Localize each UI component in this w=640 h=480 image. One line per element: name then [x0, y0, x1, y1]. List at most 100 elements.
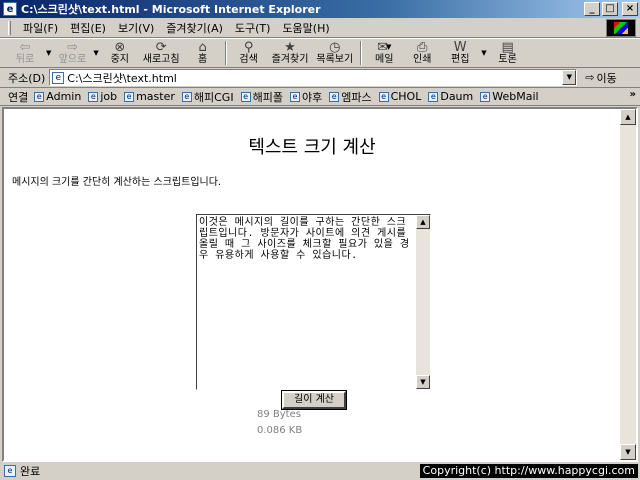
- link-page-icon: e: [88, 91, 99, 102]
- toolbar-separator: [360, 41, 363, 65]
- menu-view[interactable]: 보기(V): [112, 18, 160, 38]
- forward-dropdown-icon[interactable]: ▼: [93, 49, 98, 57]
- home-icon: ⌂: [198, 39, 207, 55]
- link-item[interactable]: e job: [88, 90, 117, 103]
- forward-button[interactable]: ⇨ 앞으로: [53, 39, 91, 67]
- status-page-icon: e: [4, 465, 16, 477]
- edit-dropdown-icon[interactable]: ▼: [481, 49, 486, 57]
- menu-bar: 파일(F) 편집(E) 보기(V) 즐겨찾기(A) 도구(T) 도움말(H): [0, 18, 640, 38]
- standard-toolbar: ⇦ 뒤로 ▼ ⇨ 앞으로 ▼ ⊗ 중지 ⟳ 새로고침 ⌂ 홈 ⚲ 검색 ★ 즐겨…: [0, 38, 640, 68]
- mail-button[interactable]: ✉ ▼ 메일: [365, 39, 403, 67]
- window-title: C:\스크린샷\text.html - Microsoft Internet E…: [21, 3, 321, 16]
- history-button[interactable]: ◷ 목록보기: [312, 39, 357, 67]
- menu-file[interactable]: 파일(F): [17, 18, 64, 38]
- link-item[interactable]: e 엠파스: [329, 89, 372, 105]
- forward-label: 앞으로: [58, 54, 87, 65]
- edit-button[interactable]: W 편집: [441, 39, 479, 67]
- link-item[interactable]: e 해피CGI: [181, 89, 234, 105]
- history-icon: ◷: [329, 39, 341, 55]
- address-label: 주소(D): [8, 71, 46, 85]
- link-page-icon: e: [428, 91, 439, 102]
- link-item[interactable]: e CHOL: [378, 90, 422, 103]
- menu-edit[interactable]: 편집(E): [64, 18, 112, 38]
- search-icon: ⚲: [243, 39, 254, 55]
- status-text: 완료: [20, 465, 41, 478]
- address-dropdown-icon[interactable]: ▼: [562, 70, 577, 85]
- printer-icon: ⎙: [417, 39, 428, 55]
- history-label: 목록보기: [316, 54, 354, 65]
- link-page-icon: e: [289, 91, 300, 102]
- address-value[interactable]: C:\스크린샷\text.html: [67, 70, 562, 86]
- menu-favorites[interactable]: 즐겨찾기(A): [160, 18, 229, 38]
- textarea-scroll-down-icon[interactable]: ▼: [416, 375, 430, 389]
- windows-logo-icon: [606, 19, 636, 37]
- go-label: 이동: [596, 71, 617, 85]
- back-label: 뒤로: [15, 54, 35, 65]
- links-more-icon[interactable]: »: [630, 89, 636, 100]
- back-arrow-icon: ⇦: [19, 39, 31, 55]
- calculate-length-button[interactable]: 길이 계산: [281, 390, 347, 410]
- discuss-button[interactable]: ▤ 토론: [489, 39, 527, 67]
- refresh-icon: ⟳: [155, 39, 167, 55]
- stop-icon: ⊗: [114, 39, 126, 55]
- page-scrollbar[interactable]: ▲ ▼: [620, 109, 636, 460]
- link-label: WebMail: [492, 90, 539, 103]
- scroll-down-icon[interactable]: ▼: [620, 444, 636, 460]
- favorites-button[interactable]: ★ 즐겨찾기: [268, 39, 313, 67]
- minimize-button[interactable]: _: [584, 2, 600, 16]
- message-textarea[interactable]: 이것은 메시지의 길이를 구하는 간단한 스크립트입니다. 방문자가 사이트에 …: [196, 214, 431, 390]
- go-arrow-icon: ⇨: [585, 71, 595, 84]
- page-content: 텍스트 크기 계산 메시지의 크기를 간단히 계산하는 스크립트입니다. 이것은…: [4, 109, 620, 460]
- back-button[interactable]: ⇦ 뒤로: [6, 39, 44, 67]
- window-controls: _ □ ×: [584, 2, 638, 16]
- link-page-icon: e: [181, 91, 192, 102]
- menu-help[interactable]: 도움말(H): [276, 18, 335, 38]
- link-label: 해피CGI: [193, 90, 234, 104]
- link-label: CHOL: [390, 90, 422, 103]
- link-label: 해피폴: [252, 90, 283, 104]
- link-page-icon: e: [34, 91, 45, 102]
- message-text[interactable]: 이것은 메시지의 길이를 구하는 간단한 스크립트입니다. 방문자가 사이트에 …: [199, 217, 414, 261]
- links-label: 연결: [8, 90, 29, 104]
- link-item[interactable]: e 해피폴: [240, 89, 283, 105]
- link-page-icon: e: [240, 91, 251, 102]
- link-page-icon: e: [329, 91, 340, 102]
- refresh-button[interactable]: ⟳ 새로고침: [139, 39, 184, 67]
- menu-grip: [8, 20, 11, 35]
- page-title: 텍스트 크기 계산: [248, 137, 376, 158]
- link-label: master: [136, 90, 175, 103]
- link-item[interactable]: e Admin: [34, 90, 81, 103]
- link-item[interactable]: e WebMail: [480, 90, 539, 103]
- close-button[interactable]: ×: [622, 2, 638, 16]
- status-bar: e 완료 Copyright(c) http://www.happycgi.co…: [0, 462, 640, 480]
- textarea-scroll-up-icon[interactable]: ▲: [416, 215, 430, 229]
- link-label: Daum: [440, 90, 474, 103]
- address-bar: 주소(D) e C:\스크린샷\text.html ▼ ⇨ 이동: [0, 68, 640, 88]
- link-label: 야후: [301, 90, 323, 104]
- mail-label: 메일: [375, 54, 394, 65]
- textarea-scrollbar[interactable]: ▲ ▼: [416, 215, 430, 389]
- stop-label: 중지: [110, 54, 129, 65]
- print-button[interactable]: ⎙ 인쇄: [403, 39, 441, 67]
- edit-document-icon: W: [453, 39, 467, 55]
- home-button[interactable]: ⌂ 홈: [184, 39, 222, 67]
- links-bar: 연결 e Admin e job e master e 해피CGI e 해피폴 e 야후 e…: [0, 88, 640, 106]
- link-label: 엠파스: [341, 90, 372, 104]
- stop-button[interactable]: ⊗ 중지: [101, 39, 139, 67]
- scroll-up-icon[interactable]: ▲: [620, 109, 636, 125]
- home-label: 홈: [197, 54, 208, 65]
- page-icon: e: [52, 71, 65, 84]
- link-item[interactable]: e Daum: [428, 90, 473, 103]
- link-item[interactable]: e 야후: [289, 89, 323, 105]
- print-label: 인쇄: [413, 54, 432, 65]
- link-page-icon: e: [378, 91, 389, 102]
- menu-tools[interactable]: 도구(T): [229, 18, 277, 38]
- link-item[interactable]: e master: [124, 90, 175, 103]
- back-dropdown-icon[interactable]: ▼: [46, 49, 51, 57]
- address-input[interactable]: e C:\스크린샷\text.html ▼: [49, 69, 578, 86]
- search-button[interactable]: ⚲ 검색: [230, 39, 268, 67]
- mail-icon: ✉ ▼: [377, 39, 392, 55]
- maximize-button[interactable]: □: [602, 2, 618, 16]
- go-button[interactable]: ⇨ 이동: [585, 70, 616, 86]
- edit-label: 편집: [451, 54, 470, 65]
